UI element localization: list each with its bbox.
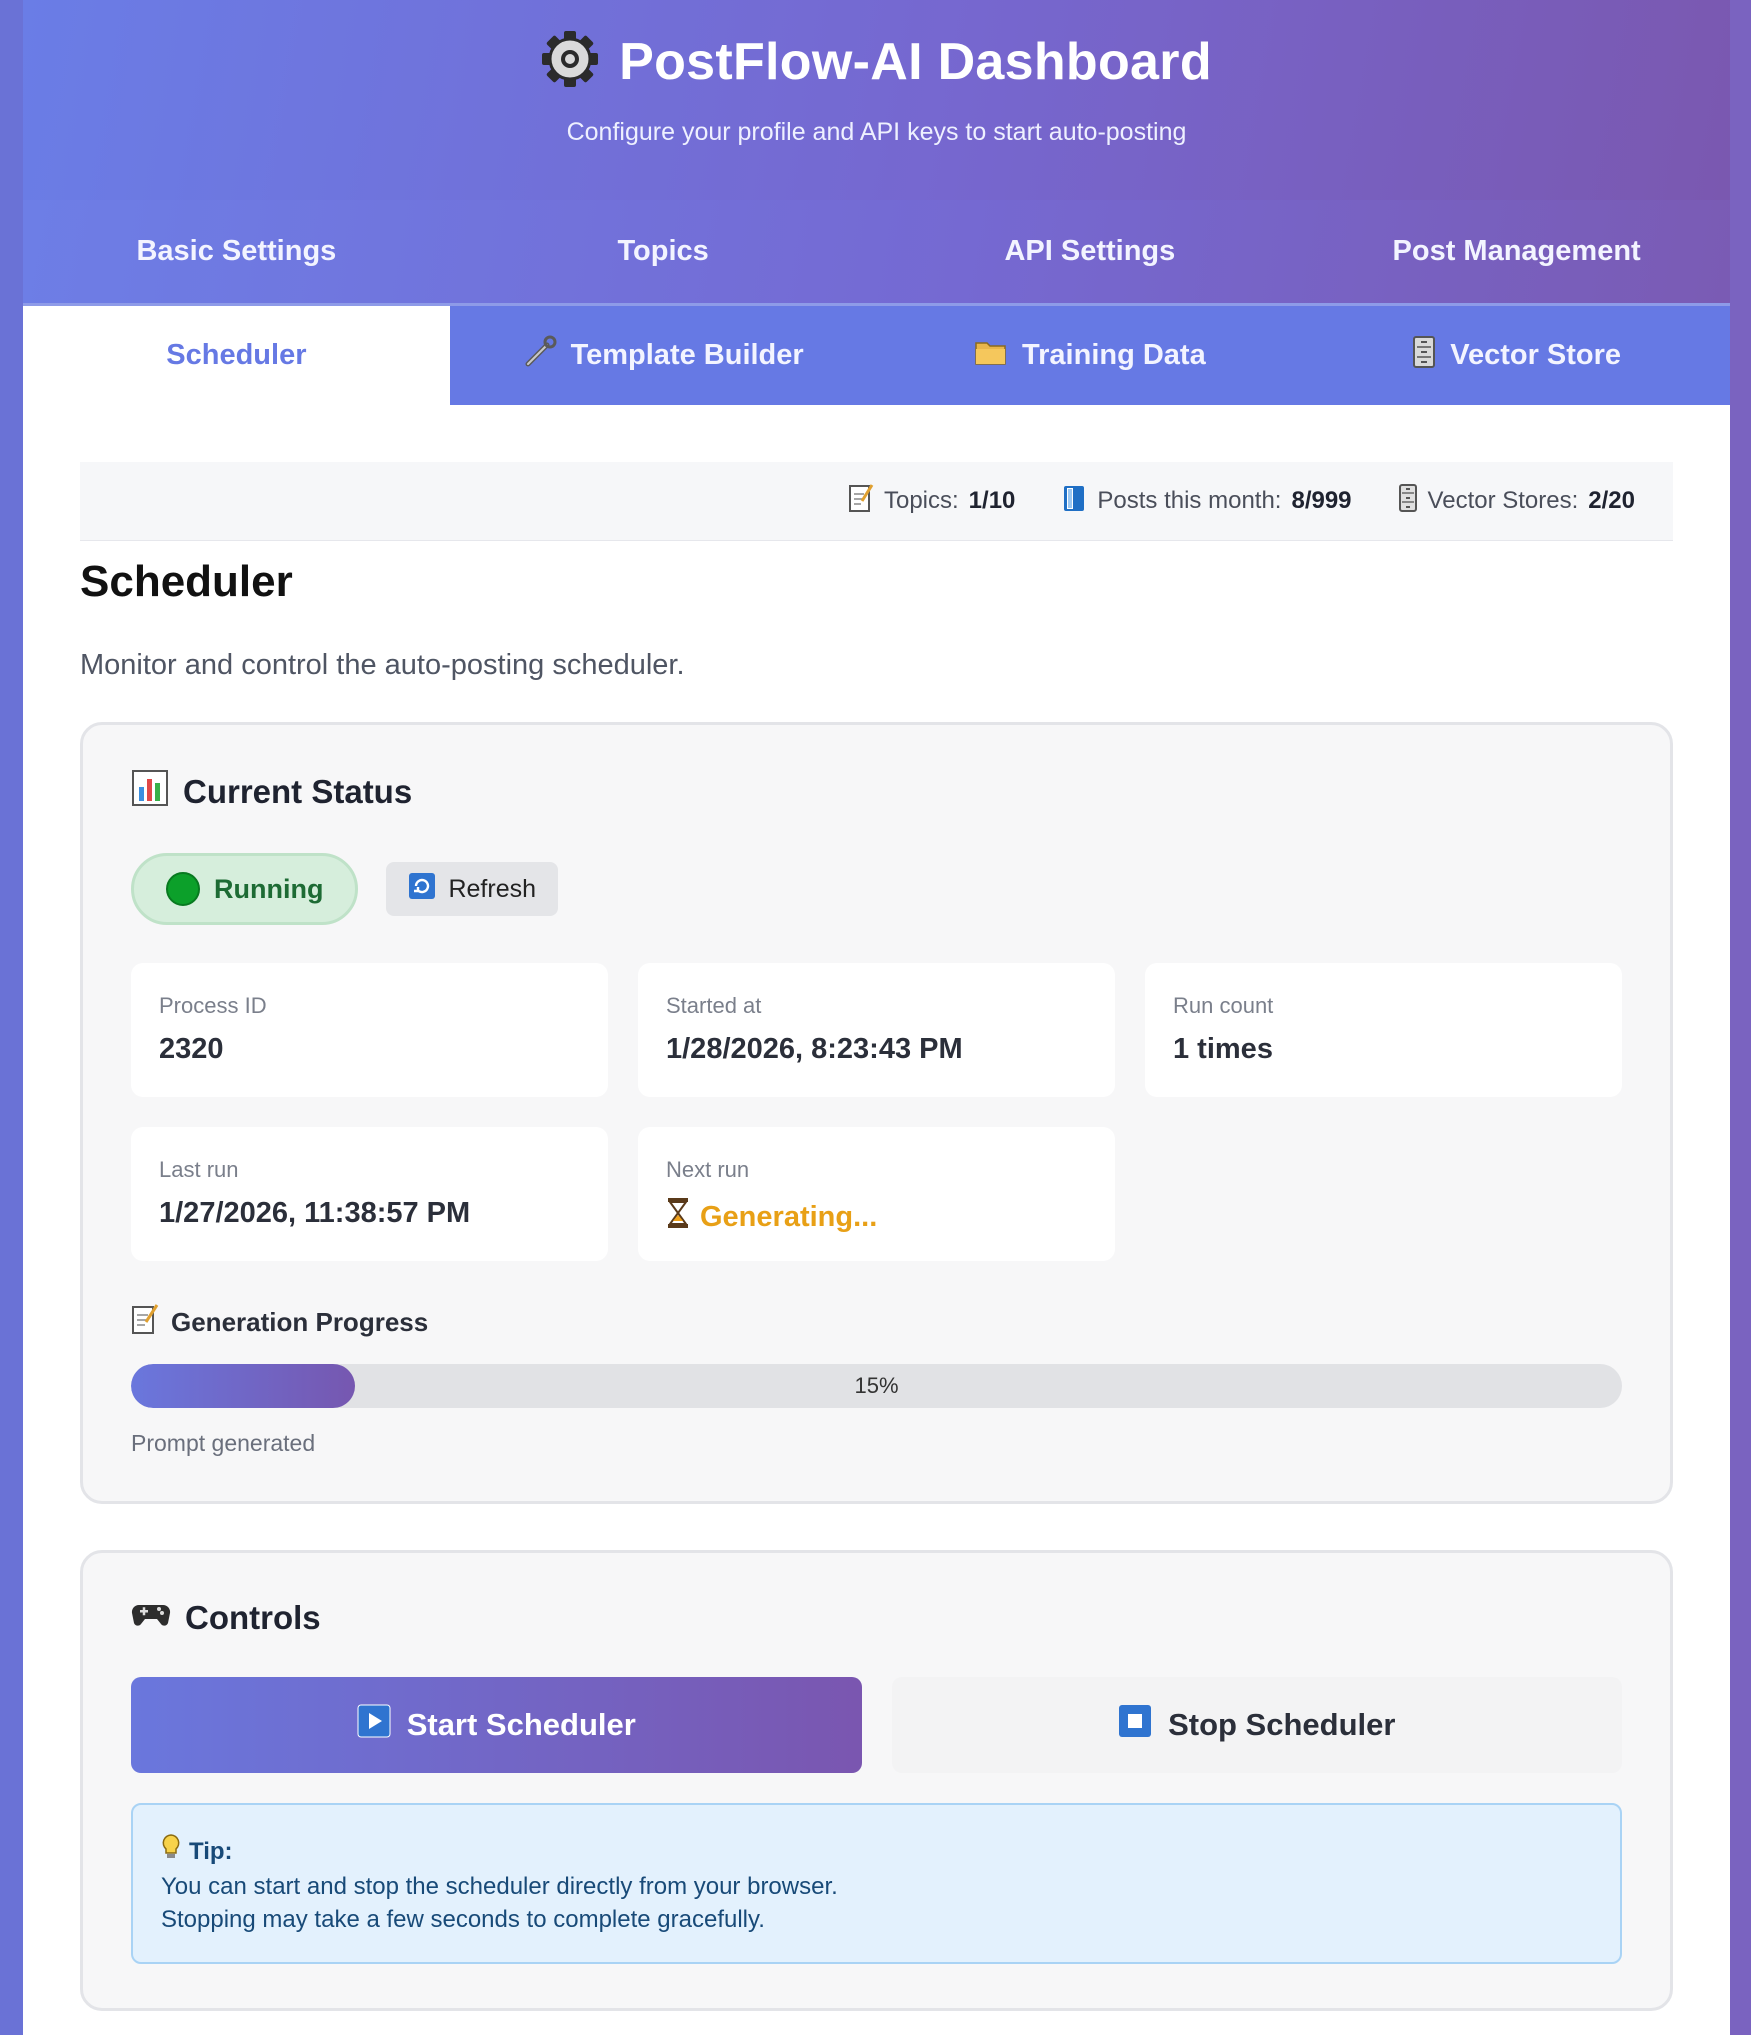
- next-run-value: Generating...: [666, 1197, 1087, 1237]
- memo-icon: [131, 1303, 159, 1342]
- title-row: PostFlow-AI Dashboard: [23, 30, 1730, 93]
- refresh-button[interactable]: Refresh: [386, 862, 559, 916]
- next-run-label: Next run: [666, 1157, 750, 1182]
- tab-scheduler[interactable]: Scheduler: [23, 306, 450, 405]
- tip-box: Tip: You can start and stop the schedule…: [131, 1803, 1622, 1964]
- lightbulb-icon: [161, 1833, 181, 1870]
- progress-percent: 15%: [854, 1373, 899, 1398]
- play-icon: [357, 1704, 391, 1746]
- tip-line-1: You can start and stop the scheduler dir…: [161, 1873, 838, 1900]
- status-state: Running: [214, 873, 324, 904]
- tab-vector-store-label: Vector Store: [1450, 339, 1622, 371]
- start-scheduler-label: Start Scheduler: [406, 1707, 636, 1742]
- controls-heading: Controls: [131, 1599, 1622, 1637]
- start-scheduler-button[interactable]: Start Scheduler: [131, 1677, 862, 1773]
- tab-training-data-label: Training Data: [1022, 339, 1206, 371]
- progress-bar: 15%: [131, 1364, 1622, 1408]
- app-subtitle: Configure your profile and API keys to s…: [566, 118, 1187, 146]
- stop-icon: [1118, 1704, 1152, 1746]
- cabinet-icon: [1398, 483, 1418, 520]
- process-id-value: 2320: [159, 1033, 224, 1065]
- bar-chart-icon: [131, 769, 169, 815]
- header: PostFlow-AI Dashboard Configure your pro…: [23, 0, 1730, 200]
- usage-vector-value: 2/20: [1588, 487, 1635, 514]
- primary-tabs: Basic Settings Topics API Settings Post …: [23, 200, 1730, 306]
- last-run-label: Last run: [159, 1157, 239, 1182]
- usage-vector-stores: Vector Stores: 2/20: [1398, 483, 1635, 520]
- secondary-tabs: Scheduler Template Builder Training Data: [23, 306, 1730, 405]
- status-grid: Process ID 2320 Started at 1/28/2026, 8:…: [131, 963, 1622, 1261]
- page-title: Scheduler: [80, 557, 293, 606]
- run-count-value: 1 times: [1173, 1033, 1273, 1065]
- progress-note: Prompt generated: [131, 1430, 316, 1456]
- tab-api-settings[interactable]: API Settings: [877, 200, 1304, 303]
- tab-training-data[interactable]: Training Data: [877, 306, 1304, 405]
- page-description: Monitor and control the auto-posting sch…: [80, 649, 685, 681]
- usage-posts-value: 8/999: [1291, 487, 1352, 514]
- usage-vector-label: Vector Stores:: [1427, 487, 1579, 514]
- refresh-icon: [408, 872, 436, 907]
- tab-scheduler-label: Scheduler: [166, 339, 307, 371]
- app-title: PostFlow-AI Dashboard: [619, 32, 1212, 91]
- usage-topics-value: 1/10: [968, 487, 1016, 514]
- gamepad-icon: [131, 1599, 171, 1637]
- stop-scheduler-label: Stop Scheduler: [1168, 1707, 1396, 1742]
- cabinet-icon: [1412, 335, 1436, 377]
- gear-icon: [541, 30, 599, 93]
- controls-row: Start Scheduler Stop Scheduler: [131, 1677, 1622, 1773]
- status-badge: Running: [131, 853, 359, 925]
- stop-scheduler-button[interactable]: Stop Scheduler: [891, 1677, 1622, 1773]
- started-at-label: Started at: [666, 993, 762, 1018]
- next-run-text: Generating...: [700, 1200, 878, 1233]
- run-count-box: Run count 1 times: [1145, 963, 1622, 1097]
- last-run-value: 1/27/2026, 11:38:57 PM: [159, 1197, 471, 1229]
- tab-template-builder[interactable]: Template Builder: [450, 306, 877, 405]
- usage-posts: Posts this month: 8/999: [1061, 483, 1352, 520]
- app-window: PostFlow-AI Dashboard Configure your pro…: [23, 0, 1730, 2035]
- memo-icon: [848, 483, 874, 520]
- status-row: Running Refresh: [131, 853, 1622, 925]
- tab-topics[interactable]: Topics: [450, 200, 877, 303]
- refresh-label: Refresh: [448, 874, 537, 903]
- tip-line-2: Stopping may take a few seconds to compl…: [161, 1906, 765, 1933]
- status-card: Current Status Running Refresh Process I…: [80, 722, 1673, 1504]
- process-id-box: Process ID 2320: [131, 963, 608, 1097]
- book-icon: [1061, 483, 1087, 520]
- progress-heading-text: Generation Progress: [171, 1307, 429, 1337]
- usage-bar: Topics: 1/10 Posts this month: 8/999 Vec…: [80, 462, 1673, 541]
- tab-post-management[interactable]: Post Management: [1303, 200, 1730, 303]
- progress-heading: Generation Progress: [131, 1303, 1622, 1342]
- tab-template-builder-label: Template Builder: [570, 339, 804, 371]
- tip-title: Tip:: [161, 1833, 1592, 1870]
- main-content: Topics: 1/10 Posts this month: 8/999 Vec…: [23, 462, 1730, 2011]
- tip-title-text: Tip:: [189, 1838, 233, 1865]
- status-heading-text: Current Status: [183, 773, 413, 810]
- controls-heading-text: Controls: [185, 1599, 321, 1636]
- wrench-icon: [523, 335, 557, 377]
- next-run-box: Next run Generating...: [638, 1127, 1115, 1261]
- usage-posts-label: Posts this month:: [1097, 487, 1282, 514]
- usage-topics: Topics: 1/10: [848, 483, 1015, 520]
- started-at-box: Started at 1/28/2026, 8:23:43 PM: [638, 963, 1115, 1097]
- hourglass-icon: [666, 1197, 690, 1237]
- tab-basic-settings[interactable]: Basic Settings: [23, 200, 450, 303]
- folder-icon: [974, 337, 1008, 375]
- tab-vector-store[interactable]: Vector Store: [1303, 306, 1730, 405]
- status-heading: Current Status: [131, 769, 1622, 815]
- last-run-box: Last run 1/27/2026, 11:38:57 PM: [131, 1127, 608, 1261]
- run-count-label: Run count: [1173, 993, 1274, 1018]
- controls-card: Controls Start Scheduler Stop Scheduler …: [80, 1550, 1673, 2011]
- usage-topics-label: Topics:: [883, 487, 959, 514]
- started-at-value: 1/28/2026, 8:23:43 PM: [666, 1033, 963, 1065]
- process-id-label: Process ID: [159, 993, 267, 1018]
- running-dot-icon: [166, 872, 200, 906]
